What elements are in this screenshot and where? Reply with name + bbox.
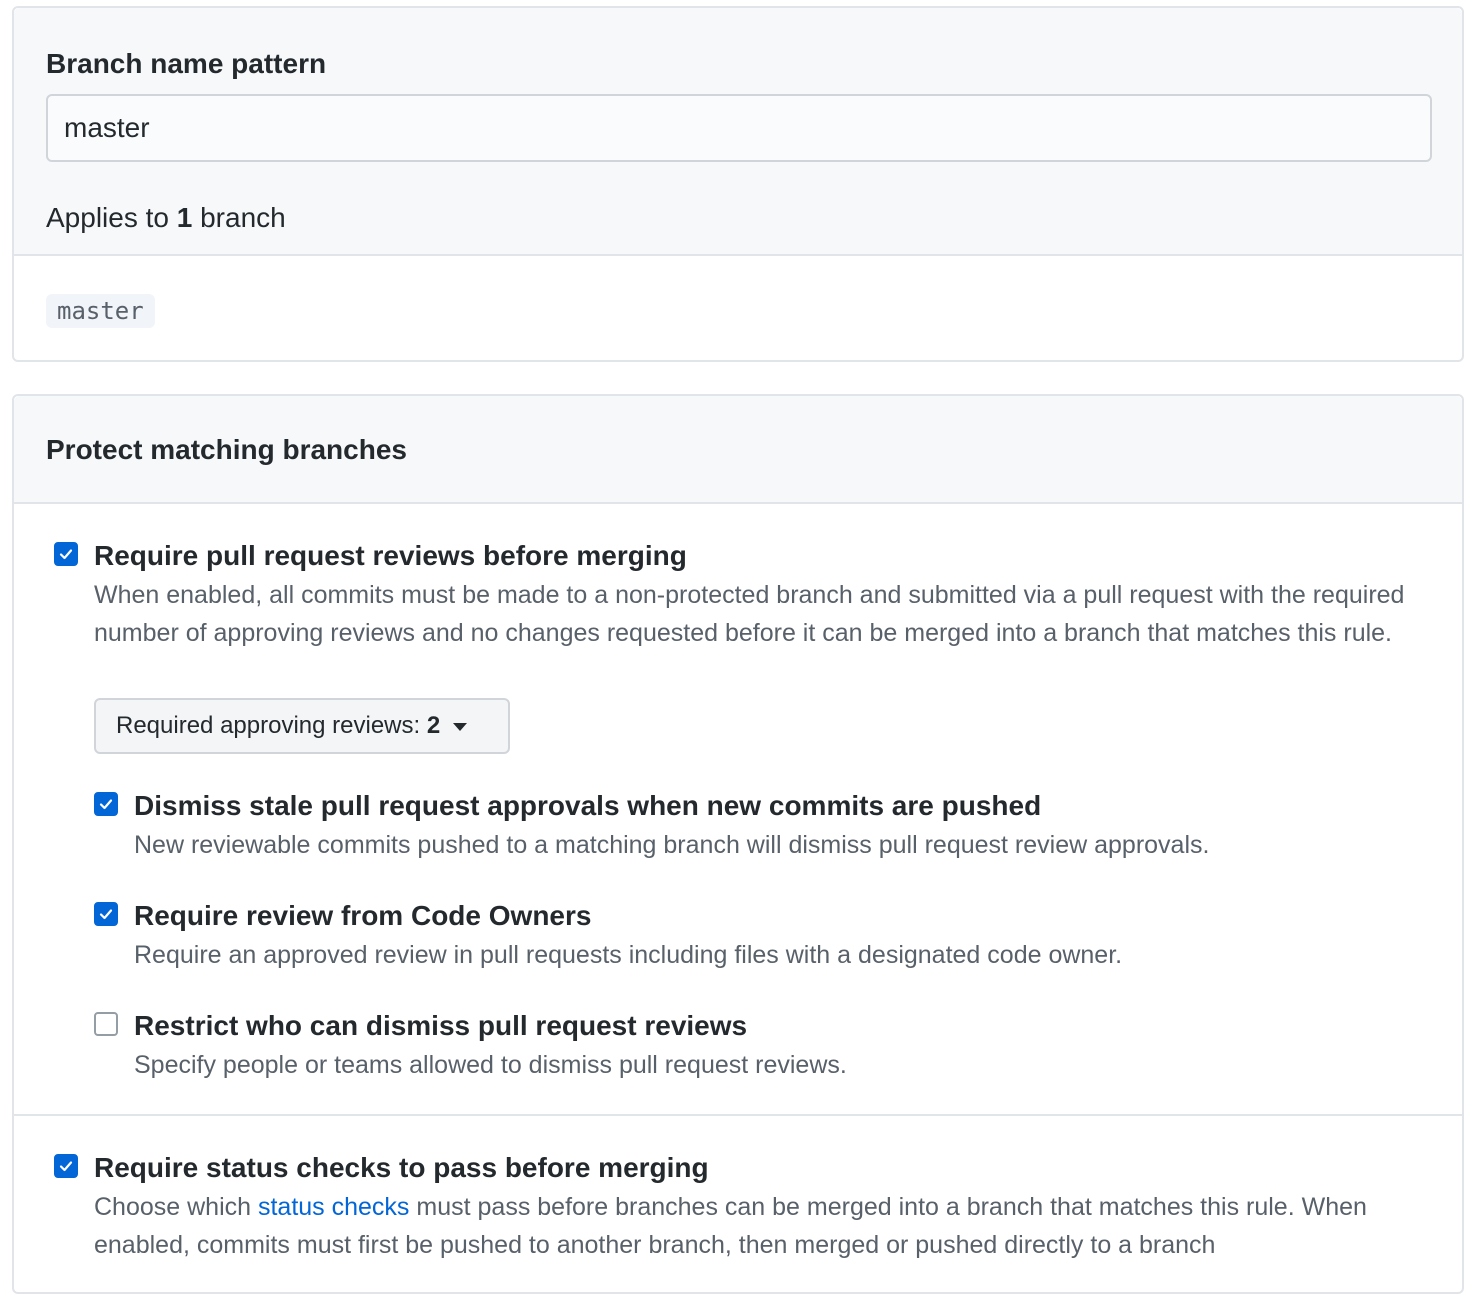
protect-branches-panel: Protect matching branches Require pull r… (12, 394, 1464, 1294)
status-checks-title[interactable]: Require status checks to pass before mer… (94, 1152, 709, 1184)
branch-pattern-input[interactable] (46, 94, 1432, 162)
status-checks-description: Choose which status checks must pass bef… (94, 1188, 1444, 1264)
protect-branches-header: Protect matching branches (14, 396, 1462, 504)
dismiss-stale-title[interactable]: Dismiss stale pull request approvals whe… (134, 790, 1041, 822)
status-checks-link[interactable]: status checks (258, 1193, 409, 1221)
require-reviews-checkbox[interactable] (54, 542, 78, 566)
check-icon (99, 799, 113, 810)
check-icon (59, 1161, 73, 1172)
require-reviews-description: When enabled, all commits must be made t… (94, 581, 1405, 647)
applies-count: 1 (176, 202, 193, 233)
branch-pattern-header: Branch name pattern Applies to 1 branch (14, 8, 1462, 256)
caret-down-icon (452, 722, 467, 731)
code-owners-title[interactable]: Require review from Code Owners (134, 900, 591, 932)
restrict-dismiss-checkbox[interactable] (94, 1012, 118, 1036)
required-reviews-value: 2 (426, 712, 441, 739)
dismiss-stale-description: New reviewable commits pushed to a match… (134, 831, 1210, 859)
applies-suffix: branch (200, 202, 286, 233)
check-icon (59, 549, 73, 560)
matching-branch-chip: master (46, 294, 155, 328)
branch-pattern-label: Branch name pattern (46, 48, 327, 79)
check-icon (99, 909, 113, 920)
restrict-dismiss-title[interactable]: Restrict who can dismiss pull request re… (134, 1010, 747, 1042)
dismiss-stale-checkbox[interactable] (94, 792, 118, 816)
status-checks-desc-prefix: Choose which (94, 1193, 252, 1221)
applies-to-text: Applies to 1 branch (46, 202, 286, 234)
applies-prefix: Applies to (46, 202, 169, 233)
required-reviews-select[interactable]: Required approving reviews: 2 (94, 698, 510, 754)
required-reviews-label: Required approving reviews: (116, 712, 421, 739)
require-reviews-title[interactable]: Require pull request reviews before merg… (94, 540, 687, 572)
code-owners-description: Require an approved review in pull reque… (134, 941, 1123, 969)
status-checks-checkbox[interactable] (54, 1154, 78, 1178)
protect-branches-title: Protect matching branches (46, 434, 407, 465)
restrict-dismiss-description: Specify people or teams allowed to dismi… (134, 1051, 847, 1079)
code-owners-checkbox[interactable] (94, 902, 118, 926)
option-divider (14, 1114, 1462, 1116)
branch-pattern-panel: Branch name pattern Applies to 1 branch … (12, 6, 1464, 362)
